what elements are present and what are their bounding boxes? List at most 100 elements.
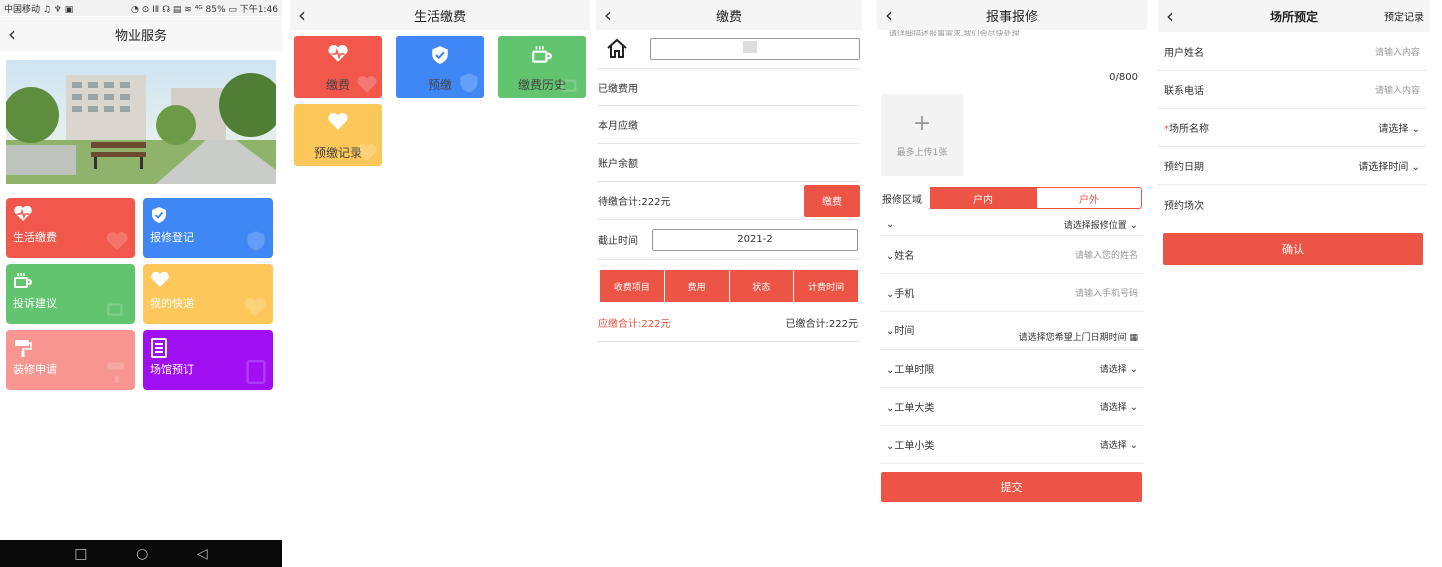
account-balance-row: 账户余额: [598, 144, 860, 182]
cup-icon: [561, 79, 577, 92]
order-subcategory-row: ⌄ 工单小类 请选择 ⌄: [880, 426, 1144, 464]
repair-area-row: 报修区域 户内 户外: [880, 186, 1144, 210]
name-label: 姓名: [894, 251, 915, 262]
order-limit-label: 工单时限: [894, 365, 935, 376]
tile-label: 我的快递: [150, 297, 194, 310]
paid-fees-row: 已缴费用: [598, 68, 860, 106]
page-title: 缴费: [715, 9, 742, 25]
nav-bar: ‹ 报事报修: [877, 0, 1147, 30]
back-icon[interactable]: ‹: [604, 5, 612, 25]
tile-my-express[interactable]: 我的快递: [143, 264, 273, 324]
paint-roller-icon: [107, 362, 125, 383]
order-subcategory-label: 工单小类: [894, 441, 935, 452]
heart-pulse-icon: [357, 76, 377, 93]
col-status[interactable]: 状态: [729, 270, 794, 302]
monthly-due-row: 本月应缴: [598, 106, 860, 144]
nav-bar: ‹ 缴费: [596, 0, 862, 30]
heart-pulse-icon: [328, 45, 348, 62]
confirm-button[interactable]: 确认: [1163, 233, 1423, 265]
col-fee[interactable]: 费用: [664, 270, 729, 302]
select-text: 请选择: [1099, 403, 1127, 413]
pending-total-text: 待缴合计:222元: [598, 197, 671, 208]
deadline-input[interactable]: 2021-2: [652, 228, 858, 251]
tile-label: 装修申请: [13, 363, 57, 376]
paid-total-text: 已缴合计:222元: [785, 319, 858, 330]
booking-records-link[interactable]: 预定记录: [1384, 9, 1424, 24]
back-icon[interactable]: ‹: [1166, 6, 1174, 26]
payment-screen: ‹ 缴费 已缴费用 本月应缴 账户余额 待缴合计:222元 缴费 截止时间 20…: [596, 0, 862, 567]
name-input[interactable]: 请输入您的姓名: [1075, 248, 1144, 261]
order-subcategory-select[interactable]: 请选择 ⌄: [1100, 438, 1144, 451]
system-nav-bar: □ ○ ◁: [0, 540, 282, 567]
carrier-text: 中国移动 ♫ ♆ ▣: [4, 4, 74, 15]
nav-bar: ‹ 场所预定 预定记录: [1158, 0, 1430, 32]
page-title: 报事报修: [985, 9, 1038, 25]
house-select-input[interactable]: [650, 38, 860, 60]
col-billing-time[interactable]: 计费时间: [794, 270, 858, 302]
venue-select[interactable]: 请选择 ⌄: [1378, 120, 1426, 135]
location-select[interactable]: 请选择报修位置 ⌄: [1064, 218, 1144, 231]
banner-image: [6, 60, 276, 184]
phone-row: ⌄手机 请输入手机号码: [880, 274, 1144, 312]
deadline-label: 截止时间: [598, 236, 638, 247]
home-button[interactable]: ○: [136, 546, 148, 562]
heart-icon: [244, 298, 266, 317]
back-icon[interactable]: ‹: [298, 5, 306, 25]
tile-renovation-application[interactable]: 装修申请: [6, 330, 135, 390]
nav-bar: ‹ 物业服务: [0, 17, 282, 51]
tile-label: 场馆预订: [150, 363, 194, 376]
order-category-label: 工单大类: [894, 403, 935, 414]
booking-date-select-text: 请选择时间: [1358, 162, 1409, 173]
tile-prepay-records[interactable]: 预缴记录: [294, 104, 382, 166]
tile-pay[interactable]: 缴费: [294, 36, 382, 98]
tile-prepay[interactable]: 预缴: [396, 36, 484, 98]
tile-venue-booking[interactable]: 场馆预订: [143, 330, 273, 390]
location-row[interactable]: ⌄ 请选择报修位置 ⌄: [880, 214, 1144, 236]
area-outdoor-option[interactable]: 户外: [1036, 187, 1142, 209]
page-title: 生活缴费: [413, 9, 466, 25]
list-icon: [151, 338, 167, 358]
page-title: 物业服务: [114, 28, 167, 44]
home-icon[interactable]: [606, 37, 628, 62]
upload-image-button[interactable]: + 最多上传1张: [881, 94, 963, 176]
user-name-input[interactable]: 请输入内容: [1375, 45, 1426, 58]
order-category-select[interactable]: 请选择 ⌄: [1100, 400, 1144, 413]
tile-label: 投诉建议: [13, 297, 57, 310]
order-limit-select[interactable]: 请选择 ⌄: [1100, 362, 1144, 375]
area-indoor-option[interactable]: 户内: [930, 187, 1036, 209]
submit-button[interactable]: 提交: [881, 472, 1142, 502]
recent-apps-button[interactable]: □: [74, 546, 87, 562]
back-icon[interactable]: ‹: [885, 5, 893, 25]
user-name-label: 用户姓名: [1164, 48, 1204, 59]
pay-button[interactable]: 缴费: [804, 184, 860, 217]
contact-phone-label: 联系电话: [1164, 86, 1204, 97]
description-textarea[interactable]: [877, 36, 1147, 86]
char-counter: 0/800: [1109, 72, 1138, 83]
time-picker[interactable]: 请选择您希望上门日期时间 ▦: [1019, 330, 1144, 343]
back-icon[interactable]: ‹: [8, 24, 16, 44]
chevron-down-icon: ⌄: [1411, 124, 1420, 135]
booking-date-select[interactable]: 请选择时间 ⌄: [1358, 158, 1426, 173]
phone-input[interactable]: 请输入手机号码: [1075, 286, 1144, 299]
upload-hint: 最多上传1张: [896, 147, 948, 158]
tile-utility-payment[interactable]: 生活缴费: [6, 198, 135, 258]
page-title: 场所预定: [1269, 9, 1318, 24]
col-fee-item[interactable]: 收费项目: [600, 270, 664, 302]
tile-repair-registration[interactable]: 报修登记: [143, 198, 273, 258]
tile-payment-history[interactable]: 缴费历史: [498, 36, 586, 98]
deadline-row: 截止时间 2021-2: [598, 220, 860, 260]
status-indicators: ◔ ⊙ ⅠⅡ ☊ ▤ ≋ ⁴ᴳ 85% ▭ 下午1:46: [131, 4, 278, 15]
user-name-row: 用户姓名 请输入内容: [1158, 33, 1426, 71]
contact-phone-row: 联系电话 请输入内容: [1158, 71, 1426, 109]
repair-area-label: 报修区域: [882, 194, 922, 206]
system-back-button[interactable]: ◁: [197, 546, 208, 562]
calendar-icon: ▦: [1129, 333, 1138, 343]
paint-roller-icon: [15, 340, 32, 357]
tile-complaint[interactable]: 投诉建议: [6, 264, 135, 324]
booking-session-label: 预约场次: [1164, 200, 1204, 212]
contact-phone-input[interactable]: 请输入内容: [1375, 83, 1426, 96]
shield-check-icon: [432, 46, 448, 64]
property-services-screen: 中国移动 ♫ ♆ ▣ ◔ ⊙ ⅠⅡ ☊ ▤ ≋ ⁴ᴳ 85% ▭ 下午1:46 …: [0, 0, 282, 567]
paid-fees-label: 已缴费用: [598, 83, 638, 95]
booking-session-row[interactable]: 预约场次: [1158, 185, 1426, 223]
